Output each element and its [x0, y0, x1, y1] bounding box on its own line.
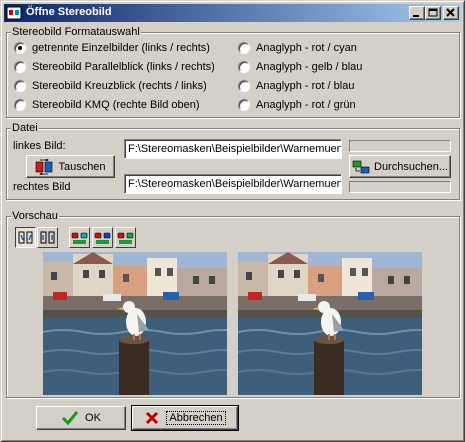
- cancel-button-label: Abbrechen: [166, 411, 226, 425]
- minimize-icon: [413, 15, 419, 17]
- maximize-button[interactable]: [425, 6, 441, 20]
- dialog-window: Öffne Stereobild Stereobild Formatauswah…: [0, 0, 465, 442]
- side-by-side-tool[interactable]: [37, 227, 58, 248]
- minimize-button[interactable]: [409, 6, 425, 20]
- ok-button[interactable]: OK: [36, 406, 126, 430]
- close-icon: [446, 8, 455, 17]
- right-image-label: rechtes Bild: [13, 181, 71, 193]
- anaglyph-red-cyan-icon: [71, 232, 88, 244]
- cancel-x-icon: [146, 411, 159, 425]
- split-view-icon: [18, 231, 33, 244]
- maximize-icon: [428, 8, 438, 17]
- left-image-path-field[interactable]: F:\Stereomasken\Beispielbilder\Warnemuen: [124, 139, 342, 159]
- right-preview-image: [238, 252, 422, 395]
- checkmark-icon: [61, 411, 79, 426]
- cancel-button[interactable]: Abbrechen: [131, 405, 239, 431]
- right-image-path-field[interactable]: F:\Stereomasken\Beispielbilder\Warnemuen: [124, 174, 342, 194]
- swap-button-label: Tauschen: [58, 160, 106, 173]
- browse-button[interactable]: Durchsuchen...: [349, 155, 451, 178]
- anaglyph-red-blue-tool[interactable]: [92, 227, 113, 248]
- ok-button-label: OK: [85, 412, 101, 424]
- anaglyph-red-cyan-tool[interactable]: [69, 227, 90, 248]
- file-group-label: Datei: [11, 122, 39, 134]
- anaglyph-red-green-icon: [117, 232, 134, 244]
- preview-group-label: Vorschau: [11, 210, 59, 222]
- anaglyph-red-green-tool[interactable]: [115, 227, 136, 248]
- split-view-tool[interactable]: [15, 227, 36, 248]
- format-group-label: Stereobild Formatauswahl: [11, 26, 141, 38]
- left-preview-image: [43, 252, 227, 395]
- swap-icon: [36, 158, 53, 175]
- close-button[interactable]: [443, 6, 459, 20]
- side-by-side-icon: [40, 231, 55, 244]
- left-image-info-box: [349, 140, 451, 152]
- left-image-label: linkes Bild:: [13, 140, 66, 152]
- anaglyph-red-blue-icon: [94, 232, 111, 244]
- browse-icon: [352, 160, 370, 173]
- browse-button-label: Durchsuchen...: [374, 160, 448, 173]
- swap-button[interactable]: Tauschen: [26, 155, 115, 178]
- right-image-info-box: [349, 181, 451, 193]
- title-bar[interactable]: Öffne Stereobild: [4, 4, 461, 22]
- window-title: Öffne Stereobild: [26, 6, 112, 18]
- app-icon: [6, 6, 22, 20]
